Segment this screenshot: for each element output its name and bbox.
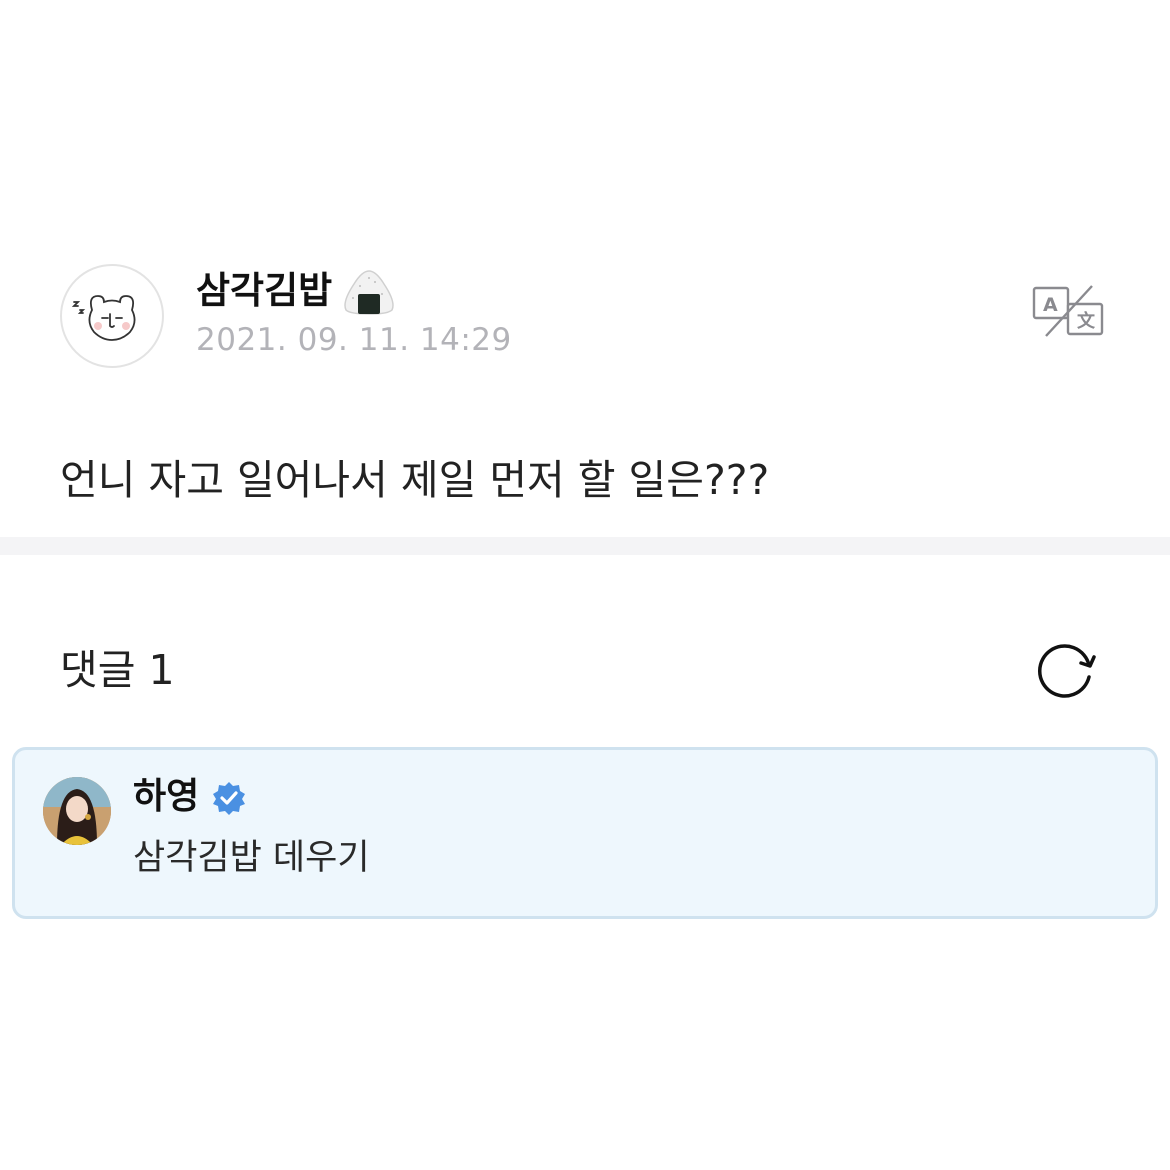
comment-text: 삼각김밥 데우기 (133, 838, 370, 878)
verified-badge-icon (213, 782, 245, 815)
post-body-text: 언니 자고 일어나서 제일 먼저 할 일은??? (60, 456, 770, 504)
author-avatar[interactable] (60, 264, 164, 368)
translate-icon[interactable]: A 文 (1032, 284, 1106, 338)
commenter-avatar[interactable] (43, 777, 111, 845)
onigiri-icon (344, 270, 394, 315)
author-name[interactable]: 삼각김밥 (196, 266, 332, 316)
svg-text:文: 文 (1077, 310, 1096, 332)
refresh-icon[interactable] (1037, 641, 1097, 699)
comment-item[interactable]: 하영 삼각김밥 데우기 (12, 747, 1158, 919)
post-header: 삼각김밥 2021. 09. 11. 14:29 A 文 (60, 262, 1120, 372)
comments-count-title: 댓글 1 (60, 646, 175, 694)
post-date: 2021. 09. 11. 14:29 (196, 322, 512, 358)
svg-text:A: A (1043, 294, 1058, 316)
comment-author[interactable]: 하영 (133, 772, 199, 822)
section-divider (0, 537, 1170, 555)
